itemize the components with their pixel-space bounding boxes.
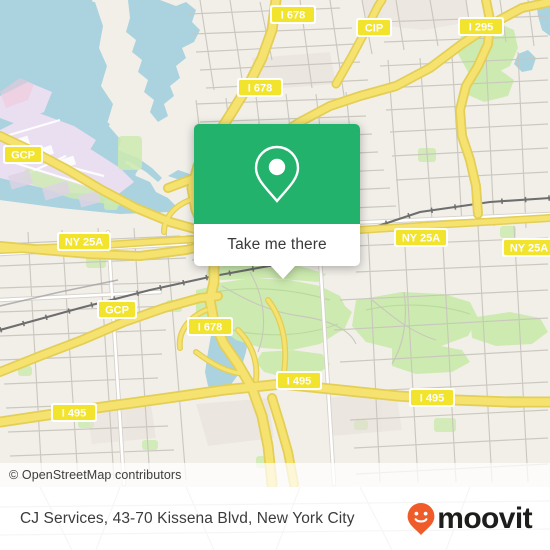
road-shield: I 495 [409,388,455,407]
popup-pointer [270,265,296,279]
road-shield: GCP [3,145,43,164]
road-shield: NY 25A [57,232,111,251]
road-shield-label: NY 25A [65,237,103,249]
road-shield: NY 25A [502,238,550,257]
road-shield-label: I 295 [469,22,493,34]
moovit-smiley-pin-icon [407,502,435,535]
road-shield: NY 25A [394,228,448,247]
moovit-logo[interactable]: moovit [406,501,533,536]
road-shield: I 678 [187,317,233,336]
road-shield-label: I 495 [420,393,444,405]
road-shield-label: NY 25A [510,243,548,255]
road-shield-label: I 678 [198,322,222,334]
take-me-there-label: Take me there [227,236,327,253]
footer-bar: CJ Services, 43-70 Kissena Blvd, New Yor… [0,487,550,550]
road-shield-label: GCP [105,305,129,317]
road-shield-label: I 495 [62,408,86,420]
road-shield-label: NY 25A [402,233,440,245]
moovit-map-screen: I 678 CIP I 295 I 678 GCP NY 25A NY 25A NY 25A G… [0,0,550,550]
road-shield: I 495 [276,371,322,390]
attribution-text: © OpenStreetMap contributors [9,468,182,482]
map-pin-icon [254,145,300,203]
road-shield: I 678 [237,78,283,97]
place-label: CJ Services, 43-70 Kissena Blvd, New Yor… [20,509,355,527]
road-shield: I 295 [458,17,504,36]
road-shield: I 678 [270,5,316,24]
road-shield-label: GCP [11,150,35,162]
road-shield-label: I 495 [287,376,311,388]
popup-icon-panel [194,124,360,224]
road-shield-label: CIP [365,23,383,35]
road-shield: I 495 [51,403,97,422]
road-shield: GCP [97,300,137,319]
road-shield-label: I 678 [281,10,305,22]
road-shield: CIP [356,18,392,37]
road-shield-label: I 678 [248,83,272,95]
moovit-wordmark: moovit [437,501,532,535]
map-popup-card[interactable]: Take me there [194,124,360,279]
map-attribution[interactable]: © OpenStreetMap contributors [0,463,550,487]
popup-cta-panel[interactable]: Take me there [194,224,360,266]
